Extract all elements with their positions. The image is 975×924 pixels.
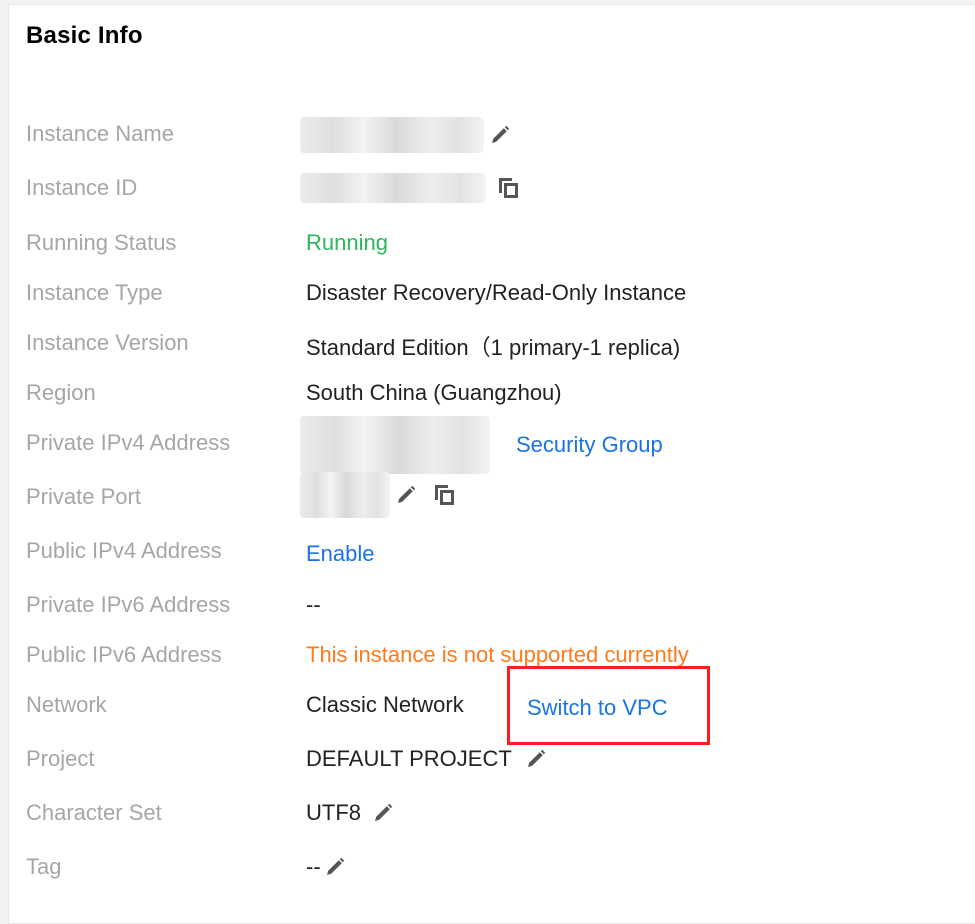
copy-icon[interactable] — [496, 176, 520, 200]
project-value: DEFAULT PROJECT — [306, 746, 548, 772]
enable-public-ipv4-link[interactable]: Enable — [306, 541, 375, 567]
row-public-ipv6: Public IPv6 Address This instance is not… — [0, 636, 960, 672]
instance-name-value — [300, 117, 512, 153]
row-instance-name: Instance Name — [0, 115, 960, 153]
tag-label: Tag — [26, 854, 62, 879]
row-character-set: Character Set UTF8 — [0, 794, 960, 830]
private-ipv6-value: -- — [306, 592, 321, 617]
switch-to-vpc-highlight-box — [507, 666, 710, 745]
instance-id-value — [300, 173, 520, 203]
character-set-value: UTF8 — [306, 800, 395, 826]
redacted-private-port — [300, 472, 390, 518]
redacted-instance-id — [300, 173, 486, 203]
row-instance-type: Instance Type Disaster Recovery/Read-Onl… — [0, 274, 960, 310]
row-running-status: Running Status Running — [0, 224, 960, 260]
instance-name-label: Instance Name — [26, 121, 174, 146]
tag-value: -- — [306, 854, 347, 880]
project-label: Project — [26, 746, 95, 771]
tag-text: -- — [306, 854, 321, 879]
private-port-label: Private Port — [26, 484, 141, 509]
running-status-label: Running Status — [26, 230, 177, 255]
private-ipv6-label: Private IPv6 Address — [26, 592, 231, 617]
network-label: Network — [26, 692, 107, 717]
instance-id-label: Instance ID — [26, 175, 138, 200]
row-instance-id: Instance ID — [0, 169, 960, 205]
pencil-icon[interactable] — [394, 483, 418, 507]
instance-version-value: Standard Edition（1 primary-1 replica) — [306, 335, 681, 360]
pencil-icon[interactable] — [323, 855, 347, 879]
copy-icon[interactable] — [432, 483, 456, 507]
row-private-ipv6: Private IPv6 Address -- — [0, 586, 960, 622]
region-value: South China (Guangzhou) — [306, 380, 562, 405]
row-instance-version: Instance Version Standard Edition（1 prim… — [0, 324, 960, 360]
public-ipv6-value: This instance is not supported currently — [306, 642, 689, 667]
public-ipv6-label: Public IPv6 Address — [26, 642, 222, 667]
region-label: Region — [26, 380, 96, 405]
row-private-port: Private Port — [0, 472, 960, 518]
character-set-label: Character Set — [26, 800, 162, 825]
project-name: DEFAULT PROJECT — [306, 746, 512, 771]
character-set-name: UTF8 — [306, 800, 361, 825]
private-ipv4-label: Private IPv4 Address — [26, 430, 231, 455]
redacted-instance-name — [300, 117, 484, 153]
row-network: Network Classic Network Switch to VPC — [0, 686, 960, 722]
pencil-icon[interactable] — [488, 123, 512, 147]
running-status-value: Running — [306, 230, 388, 255]
pencil-icon[interactable] — [524, 747, 548, 771]
row-public-ipv4: Public IPv4 Address Enable — [0, 532, 960, 568]
row-region: Region South China (Guangzhou) — [0, 374, 960, 410]
private-port-value — [300, 472, 456, 518]
row-private-ipv4: Private IPv4 Address Security Group — [0, 416, 960, 474]
instance-type-label: Instance Type — [26, 280, 163, 305]
network-value: Classic Network — [306, 692, 464, 717]
row-tag: Tag -- — [0, 848, 960, 884]
security-group-link[interactable]: Security Group — [516, 432, 663, 458]
instance-version-label: Instance Version — [26, 330, 189, 355]
instance-type-value: Disaster Recovery/Read-Only Instance — [306, 280, 687, 305]
public-ipv4-label: Public IPv4 Address — [26, 538, 222, 563]
redacted-private-ipv4 — [300, 416, 490, 474]
row-project: Project DEFAULT PROJECT — [0, 740, 960, 776]
panel-title: Basic Info — [26, 22, 143, 49]
pencil-icon[interactable] — [371, 801, 395, 825]
